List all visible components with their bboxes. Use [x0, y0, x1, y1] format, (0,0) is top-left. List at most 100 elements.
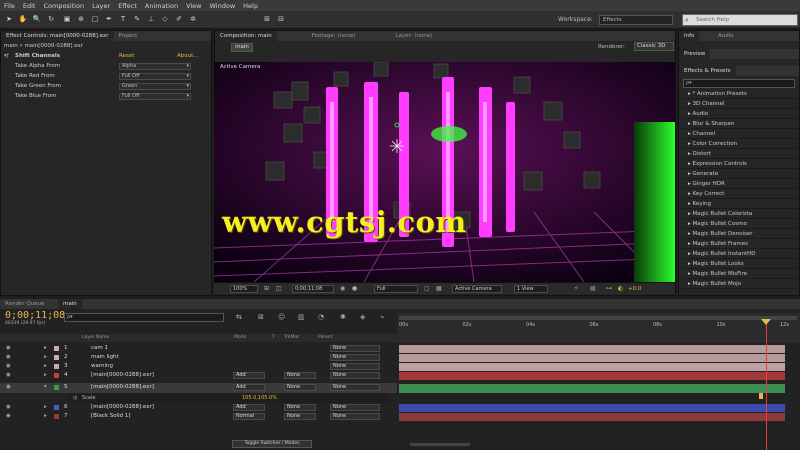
- label-color-swatch[interactable]: [54, 373, 59, 378]
- tab-timeline-main[interactable]: main: [58, 299, 82, 309]
- work-area-bar[interactable]: [399, 316, 797, 320]
- eye-icon[interactable]: ◉: [6, 362, 11, 371]
- menu-composition[interactable]: Composition: [39, 2, 88, 10]
- mask-visibility-icon[interactable]: ◫: [276, 285, 282, 292]
- region-of-interest-icon[interactable]: ▢: [424, 285, 430, 292]
- param-dropdown[interactable]: Full Off: [119, 73, 191, 80]
- eye-icon[interactable]: ◉: [6, 353, 11, 362]
- effects-category-item[interactable]: ▸ Color Correction: [682, 139, 798, 149]
- tab-effects-presets[interactable]: Effects & Presets: [679, 66, 736, 76]
- label-color-swatch[interactable]: [54, 405, 59, 410]
- exposure-icon[interactable]: ◐: [618, 285, 623, 292]
- exposure-value[interactable]: +0.0: [628, 286, 641, 292]
- reset-link[interactable]: Reset: [119, 52, 134, 61]
- layer-duration-bar[interactable]: [399, 363, 785, 371]
- graph-editor-icon[interactable]: ⌁: [380, 313, 384, 321]
- layer-name[interactable]: [main[0000-0288].exr]: [91, 403, 154, 412]
- layer-row[interactable]: ◉ ▸ 2 main light None: [0, 353, 397, 362]
- layer-name[interactable]: main light: [91, 353, 119, 362]
- layer-row[interactable]: ◉ ▸ 3 warning None: [0, 362, 397, 371]
- mode-select[interactable]: Normal: [233, 413, 265, 420]
- current-time-display[interactable]: 0;00;11;08: [292, 285, 334, 293]
- camera-tool-icon[interactable]: ▣: [62, 14, 72, 25]
- zoom-tool-icon[interactable]: 🔍: [32, 14, 42, 25]
- twirl-icon[interactable]: ▸: [44, 362, 47, 371]
- resolution-select[interactable]: Full: [374, 285, 418, 293]
- effects-category-item[interactable]: ▸ 3D Channel: [682, 99, 798, 109]
- timeline-timecode[interactable]: 0;00;11;08: [5, 310, 65, 321]
- effects-search-input[interactable]: ρ▾: [683, 79, 795, 88]
- mask-tool-icon[interactable]: □: [90, 14, 100, 25]
- timeline-icon[interactable]: ▤: [590, 285, 596, 292]
- parent-select[interactable]: None: [330, 404, 380, 411]
- motion-blur-icon[interactable]: ◔: [318, 313, 324, 321]
- twirl-icon[interactable]: ▸: [44, 371, 47, 380]
- layer-duration-bar[interactable]: [399, 404, 785, 412]
- tab-composition-main[interactable]: Composition: main: [215, 31, 277, 41]
- brush-tool-icon[interactable]: ✎: [132, 14, 142, 25]
- frame-blending-icon[interactable]: ▥: [298, 313, 305, 321]
- stamp-tool-icon[interactable]: ⊥: [146, 14, 156, 25]
- effects-category-item[interactable]: ▸ Blur & Sharpen: [682, 119, 798, 129]
- align-icon[interactable]: ⊟: [276, 14, 286, 25]
- menu-layer[interactable]: Layer: [88, 2, 114, 10]
- param-dropdown[interactable]: Alpha: [119, 63, 191, 70]
- grid-icon[interactable]: ⊞: [264, 285, 269, 292]
- zoom-slider[interactable]: [410, 443, 470, 446]
- trkmat-select[interactable]: None: [284, 372, 316, 379]
- layer-duration-bar[interactable]: [399, 384, 785, 393]
- effects-category-item[interactable]: ▸ Distort: [682, 149, 798, 159]
- effects-category-item[interactable]: ▸ Magic Bullet Frames: [682, 239, 798, 249]
- effects-category-item[interactable]: ▸ Channel: [682, 129, 798, 139]
- selection-tool-icon[interactable]: ➤: [4, 14, 14, 25]
- tab-layer[interactable]: Layer: (none): [390, 31, 437, 41]
- puppet-tool-icon[interactable]: ✲: [188, 14, 198, 25]
- show-channel-icon[interactable]: ●: [352, 285, 357, 292]
- search-help-input[interactable]: ⌕ Search Help: [682, 14, 798, 26]
- view-layout-select[interactable]: 1 View: [514, 285, 548, 293]
- roto-tool-icon[interactable]: ✐: [174, 14, 184, 25]
- time-ruler[interactable]: 00s 02s 04s 06s 08s 10s 12s: [397, 313, 800, 343]
- parent-select[interactable]: None: [330, 372, 380, 379]
- label-color-swatch[interactable]: [54, 385, 59, 390]
- stopwatch-icon[interactable]: ◷: [73, 394, 77, 403]
- layer-duration-bar[interactable]: [399, 345, 785, 353]
- trkmat-select[interactable]: None: [284, 413, 316, 420]
- layer-row[interactable]: ◉ ▾ 5 [main[0000-0288].exr] Add None None: [0, 383, 397, 393]
- effects-category-item[interactable]: ▸ Magic Bullet Cosmo: [682, 219, 798, 229]
- tab-info[interactable]: Info: [679, 31, 700, 41]
- twirl-icon[interactable]: ▸: [44, 412, 47, 421]
- layer-duration-bar[interactable]: [399, 372, 785, 380]
- mode-select[interactable]: Add: [233, 404, 265, 411]
- label-color-swatch[interactable]: [54, 346, 59, 351]
- tab-audio[interactable]: Audio: [713, 31, 739, 41]
- mini-flowchart-icon[interactable]: ⇆: [236, 313, 242, 321]
- shy-layers-icon[interactable]: ☺: [278, 313, 285, 321]
- parent-select[interactable]: None: [330, 384, 380, 391]
- layer-name[interactable]: warning: [91, 362, 113, 371]
- eye-icon[interactable]: ◉: [6, 371, 11, 380]
- renderer-select[interactable]: Classic 3D: [634, 42, 674, 51]
- fx-icon[interactable]: ▾ƒ: [4, 52, 9, 61]
- layer-name[interactable]: cam 1: [91, 344, 108, 353]
- transparency-grid-icon[interactable]: ▦: [436, 285, 442, 292]
- magnification-select[interactable]: 100%: [230, 285, 258, 293]
- effects-category-item[interactable]: ▸ Keying: [682, 199, 798, 209]
- auto-keyframe-icon[interactable]: ◈: [360, 313, 365, 321]
- effects-category-item[interactable]: ▸ Magic Bullet MisFire: [682, 269, 798, 279]
- current-time-indicator[interactable]: [766, 321, 767, 450]
- layer-row[interactable]: ◉ ▸ 6 [main[0000-0288].exr] Add None None: [0, 403, 397, 412]
- effects-category-item[interactable]: ▸ Key Correct: [682, 189, 798, 199]
- rotate-tool-icon[interactable]: ↻: [46, 14, 56, 25]
- 3d-view-select[interactable]: Active Camera: [452, 285, 502, 293]
- fast-previews-icon[interactable]: ⚡: [574, 285, 578, 292]
- label-color-swatch[interactable]: [54, 364, 59, 369]
- menu-effect[interactable]: Effect: [114, 2, 141, 10]
- effects-category-item[interactable]: ▸ Ginger HDR: [682, 179, 798, 189]
- workspace-select[interactable]: Effects: [599, 15, 673, 25]
- label-color-swatch[interactable]: [54, 414, 59, 419]
- layer-duration-bar[interactable]: [399, 413, 785, 421]
- label-color-swatch[interactable]: [54, 355, 59, 360]
- effects-category-item[interactable]: ▸ Generate: [682, 169, 798, 179]
- tab-render-queue[interactable]: Render Queue: [0, 299, 49, 309]
